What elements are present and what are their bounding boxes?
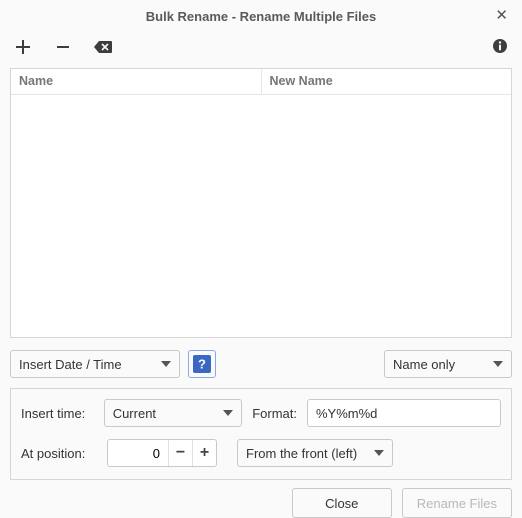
column-name[interactable]: Name: [11, 69, 262, 94]
insert-time-select[interactable]: Current: [104, 399, 243, 427]
chevron-down-icon: [153, 361, 171, 367]
help-button[interactable]: ?: [188, 350, 216, 378]
format-input[interactable]: [307, 399, 501, 427]
remove-button[interactable]: [54, 38, 72, 56]
chevron-down-icon: [366, 450, 384, 456]
minus-icon: [56, 40, 70, 54]
rename-files-button[interactable]: Rename Files: [402, 488, 512, 518]
clear-button[interactable]: [94, 38, 112, 56]
operation-select-value: Insert Date / Time: [19, 357, 122, 372]
info-icon: [492, 38, 508, 54]
operation-select[interactable]: Insert Date / Time: [10, 350, 180, 378]
help-icon: ?: [193, 355, 211, 373]
position-label: At position:: [21, 446, 97, 461]
file-table: Name New Name: [10, 68, 512, 338]
chevron-down-icon: [215, 410, 233, 416]
close-icon[interactable]: ✕: [495, 8, 508, 23]
from-select[interactable]: From the front (left): [237, 439, 393, 467]
format-label: Format:: [252, 406, 297, 421]
column-newname[interactable]: New Name: [262, 69, 512, 94]
insert-time-value: Current: [113, 406, 156, 421]
window-title: Bulk Rename - Rename Multiple Files: [146, 9, 376, 24]
plus-icon: [16, 40, 30, 54]
chevron-down-icon: [485, 361, 503, 367]
position-input[interactable]: [108, 446, 168, 461]
scope-select[interactable]: Name only: [384, 350, 512, 378]
close-button[interactable]: Close: [292, 488, 392, 518]
position-increment[interactable]: +: [192, 440, 216, 466]
position-stepper[interactable]: − +: [107, 439, 217, 467]
backspace-clear-icon: [94, 40, 112, 54]
insert-time-label: Insert time:: [21, 406, 94, 421]
from-select-value: From the front (left): [246, 446, 357, 461]
add-button[interactable]: [14, 38, 32, 56]
svg-text:?: ?: [198, 357, 206, 372]
scope-select-value: Name only: [393, 357, 455, 372]
position-decrement[interactable]: −: [168, 440, 192, 466]
info-button[interactable]: [492, 38, 508, 57]
